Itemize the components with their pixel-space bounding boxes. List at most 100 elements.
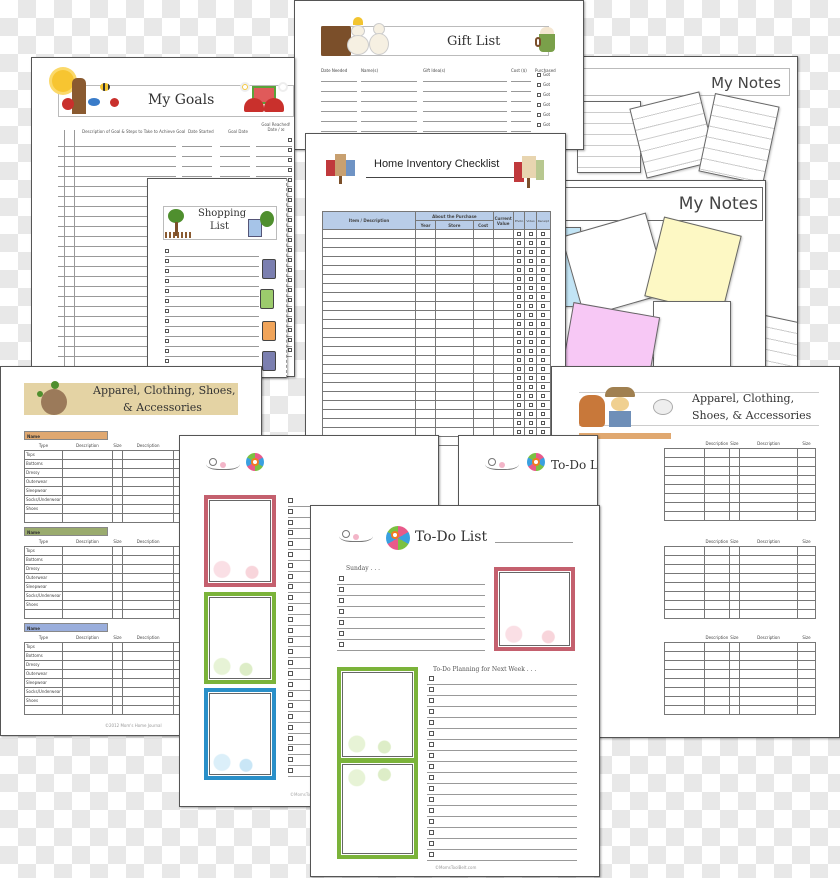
inventory-cell[interactable] bbox=[492, 337, 514, 347]
apparel-cell[interactable] bbox=[61, 545, 113, 556]
inventory-checkbox[interactable] bbox=[528, 312, 533, 317]
planning-checkbox[interactable] bbox=[429, 830, 434, 835]
inventory-cell[interactable] bbox=[492, 418, 514, 428]
inventory-checkbox[interactable] bbox=[517, 330, 522, 335]
inventory-cell[interactable] bbox=[435, 283, 474, 293]
inventory-cell[interactable] bbox=[435, 418, 474, 428]
entry-line[interactable] bbox=[423, 121, 507, 122]
inventory-cell[interactable] bbox=[321, 301, 417, 311]
inventory-checkbox[interactable] bbox=[541, 393, 546, 398]
lined-note[interactable] bbox=[698, 93, 780, 185]
date-started-line[interactable] bbox=[182, 156, 212, 157]
planning-checkbox[interactable] bbox=[429, 687, 434, 692]
inventory-checkbox[interactable] bbox=[541, 303, 546, 308]
apparel-cell[interactable] bbox=[739, 686, 798, 697]
goal-reached-checkbox[interactable] bbox=[288, 168, 292, 172]
apparel-cell[interactable] bbox=[664, 545, 705, 556]
apparel-cell[interactable] bbox=[664, 659, 705, 670]
apparel-cell[interactable] bbox=[797, 704, 816, 715]
inventory-checkbox[interactable] bbox=[528, 240, 533, 245]
apparel-cell[interactable] bbox=[704, 641, 730, 652]
inventory-checkbox[interactable] bbox=[528, 375, 533, 380]
apparel-cell[interactable] bbox=[61, 650, 113, 661]
apparel-cell[interactable] bbox=[739, 608, 798, 619]
planning-checkbox[interactable] bbox=[429, 852, 434, 857]
planning-checkbox[interactable] bbox=[429, 819, 434, 824]
shopping-line[interactable] bbox=[165, 316, 259, 317]
apparel-cell[interactable] bbox=[704, 668, 730, 679]
inventory-checkbox[interactable] bbox=[528, 366, 533, 371]
apparel-cell[interactable] bbox=[122, 458, 175, 469]
planning-line[interactable] bbox=[427, 827, 577, 828]
inventory-checkbox[interactable] bbox=[517, 384, 522, 389]
date-started-line[interactable] bbox=[182, 146, 212, 147]
inventory-cell[interactable] bbox=[492, 328, 514, 338]
apparel-cell[interactable] bbox=[739, 474, 798, 485]
apparel-cell[interactable] bbox=[728, 483, 741, 494]
inventory-cell[interactable] bbox=[472, 337, 494, 347]
goal-reached-checkbox[interactable] bbox=[288, 338, 292, 342]
inventory-checkbox[interactable] bbox=[528, 384, 533, 389]
apparel-cell[interactable] bbox=[704, 572, 730, 583]
apparel-cell[interactable] bbox=[739, 641, 798, 652]
inventory-cell[interactable] bbox=[435, 382, 474, 392]
apparel-cell[interactable] bbox=[797, 608, 816, 619]
todo-checkbox[interactable] bbox=[288, 562, 293, 568]
inventory-checkbox[interactable] bbox=[541, 267, 546, 272]
entry-line[interactable] bbox=[321, 111, 357, 112]
apparel-cell[interactable] bbox=[111, 659, 124, 670]
apparel-cell[interactable] bbox=[61, 659, 113, 670]
apparel-cell[interactable] bbox=[704, 492, 730, 503]
planning-checkbox[interactable] bbox=[429, 775, 434, 780]
apparel-cell[interactable] bbox=[739, 650, 798, 661]
goal-reached-checkbox[interactable] bbox=[288, 238, 292, 242]
goal-reached-checkbox[interactable] bbox=[288, 328, 292, 332]
inventory-cell[interactable] bbox=[415, 256, 436, 266]
inventory-checkbox[interactable] bbox=[517, 420, 522, 425]
apparel-cell[interactable] bbox=[111, 590, 124, 601]
entry-line[interactable] bbox=[511, 131, 531, 132]
day-line[interactable] bbox=[337, 650, 485, 651]
shopping-checkbox[interactable] bbox=[165, 299, 169, 303]
entry-line[interactable] bbox=[423, 111, 507, 112]
inventory-cell[interactable] bbox=[435, 292, 474, 302]
inventory-cell[interactable] bbox=[472, 292, 494, 302]
shopping-line[interactable] bbox=[165, 286, 259, 287]
apparel-cell[interactable] bbox=[664, 510, 705, 521]
inventory-cell[interactable] bbox=[415, 274, 436, 284]
apparel-cell[interactable] bbox=[111, 458, 124, 469]
apparel-cell[interactable] bbox=[704, 483, 730, 494]
inventory-checkbox[interactable] bbox=[517, 339, 522, 344]
apparel-cell[interactable] bbox=[739, 572, 798, 583]
apparel-cell[interactable] bbox=[728, 659, 741, 670]
inventory-cell[interactable] bbox=[492, 310, 514, 320]
inventory-cell[interactable] bbox=[472, 400, 494, 410]
inventory-checkbox[interactable] bbox=[528, 231, 533, 236]
planning-line[interactable] bbox=[427, 728, 577, 729]
apparel-cell[interactable] bbox=[797, 599, 816, 610]
apparel-cell[interactable] bbox=[122, 563, 175, 574]
apparel-cell[interactable] bbox=[664, 590, 705, 601]
inventory-cell[interactable] bbox=[321, 265, 417, 275]
name-section-bar[interactable]: Name bbox=[24, 527, 108, 536]
apparel-cell[interactable] bbox=[797, 474, 816, 485]
inventory-cell[interactable] bbox=[415, 364, 436, 374]
planning-checkbox[interactable] bbox=[429, 764, 434, 769]
inventory-cell[interactable] bbox=[415, 301, 436, 311]
inventory-checkbox[interactable] bbox=[541, 366, 546, 371]
goal-reached-checkbox[interactable] bbox=[288, 198, 292, 202]
todo-checkbox[interactable] bbox=[288, 670, 293, 676]
day-line[interactable] bbox=[337, 584, 485, 585]
apparel-cell[interactable] bbox=[739, 510, 798, 521]
inventory-checkbox[interactable] bbox=[517, 429, 522, 434]
inventory-cell[interactable] bbox=[321, 247, 417, 257]
apparel-cell[interactable] bbox=[122, 572, 175, 583]
apparel-cell[interactable] bbox=[61, 668, 113, 679]
apparel-cell[interactable] bbox=[704, 465, 730, 476]
inventory-checkbox[interactable] bbox=[517, 348, 522, 353]
apparel-cell[interactable] bbox=[797, 483, 816, 494]
apparel-cell[interactable] bbox=[728, 474, 741, 485]
entry-line[interactable] bbox=[511, 101, 531, 102]
purchased-checkbox[interactable] bbox=[537, 93, 541, 97]
inventory-checkbox[interactable] bbox=[541, 384, 546, 389]
